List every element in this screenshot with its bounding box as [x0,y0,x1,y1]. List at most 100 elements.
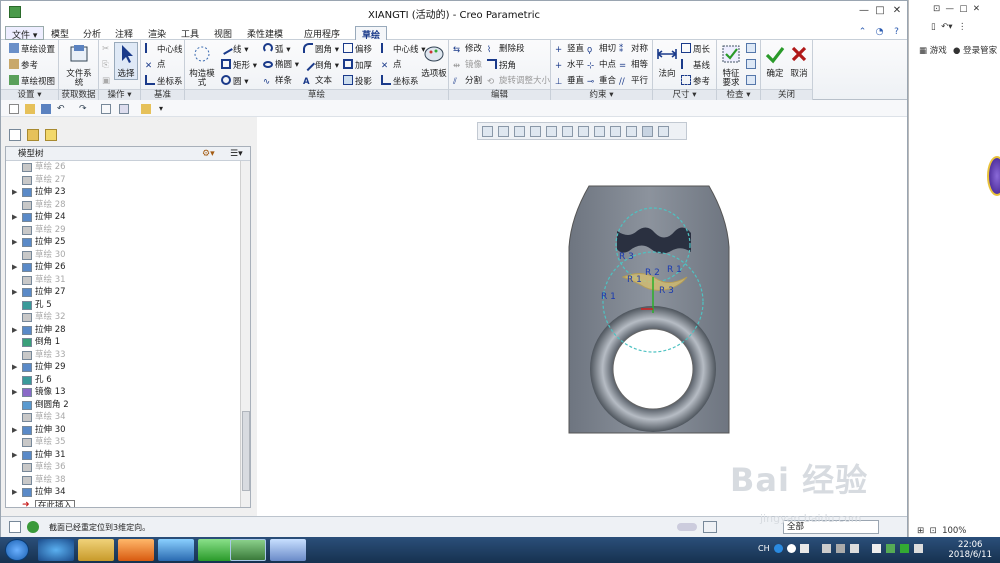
expand-arrow-icon[interactable]: ▶ [12,186,17,199]
tree-item[interactable]: 草绘 38 [6,474,240,487]
dim-label[interactable]: R 3 [619,252,634,262]
datum-centerline-button[interactable]: 中心线 [145,43,183,55]
tab-sketch[interactable]: 草绘 [355,26,388,41]
new-icon[interactable] [9,104,19,114]
text-button[interactable]: A 文本 [303,75,332,87]
tray-battery-icon[interactable] [886,544,895,553]
taskbar-app-creo-icon[interactable] [230,539,266,561]
settings-icon[interactable]: ⚙▾ [202,149,215,159]
customize-qat-icon[interactable]: ▾ [159,104,169,114]
insert-here-marker[interactable]: ➜ 在此插入 [6,499,240,507]
refit-icon[interactable] [482,126,493,137]
tree-item[interactable]: ▶ 拉伸 28 [6,324,240,337]
tab-tools[interactable]: 工具 [175,26,205,40]
tab-applications[interactable]: 应用程序 [298,26,346,40]
tab-render[interactable]: 渲染 [142,26,172,40]
tab-view[interactable]: 视图 [208,26,238,40]
cut-icon[interactable]: ✂ [102,43,109,55]
tree-item[interactable]: 草绘 32 [6,311,240,324]
tray-keyboard-icon[interactable] [800,544,809,553]
view-manager-icon[interactable] [578,126,589,137]
group-label-operations[interactable]: 操作 ▾ [99,89,140,100]
equal-constraint[interactable]: = 相等 [619,59,648,71]
dim-label[interactable]: R 1 [601,292,616,302]
taskbar-app-explorer-icon[interactable] [78,539,114,561]
folder-icon[interactable] [141,104,151,114]
tree-item[interactable]: 倒圆角 2 [6,399,240,412]
tray-settings-icon[interactable] [822,544,831,553]
horizontal-constraint[interactable]: + 水平 [555,59,584,71]
zoom-in-icon[interactable] [498,126,509,137]
group-label-constrain[interactable]: 约束 ▾ [551,89,652,100]
tab-flexible-modeling[interactable]: 柔性建模 [241,26,289,40]
feature-requirements-button[interactable]: 特征要求 [719,43,743,88]
expand-arrow-icon[interactable]: ▶ [12,236,17,249]
expand-arrow-icon[interactable]: ▶ [12,361,17,374]
palette-button[interactable]: 选项板 [421,43,447,79]
ellipse-button[interactable]: 椭圆 ▾ [263,59,299,71]
thicken-button[interactable]: 加厚 [343,59,372,71]
chamfer-button[interactable]: 倒角 ▾ [300,56,339,72]
minimize-ribbon-icon[interactable]: ⌃ [857,27,868,38]
saved-orientations-icon[interactable] [562,126,573,137]
baseline-button[interactable]: 基线 [681,59,710,71]
construction-mode-button[interactable]: 构造模式 [187,43,217,88]
tray-volume-icon[interactable] [914,544,923,553]
sketcher-display-icon[interactable] [658,126,669,137]
tab-model[interactable]: 模型 [45,26,75,40]
minimize-button[interactable]: — [857,5,871,17]
tray-help-icon[interactable] [787,544,796,553]
taskbar-app-browser-icon[interactable] [38,539,74,561]
redo-icon[interactable]: ↷ [79,104,89,114]
tree-item[interactable]: ▶ 拉伸 26 [6,261,240,274]
dim-label[interactable]: R 1 [627,275,642,285]
copy-icon[interactable]: ⎘ [102,59,109,71]
expand-arrow-icon[interactable]: ▶ [12,449,17,462]
taskbar-app-cloud-icon[interactable] [158,539,194,561]
datum-csys-button[interactable]: 坐标系 [145,75,183,87]
tab-analysis[interactable]: 分析 [77,26,107,40]
repaint-icon[interactable] [530,126,541,137]
project-button[interactable]: 投影 [343,75,372,87]
tree-item[interactable]: 草绘 33 [6,349,240,362]
tray-s-icon[interactable] [774,544,783,553]
perpendicular-constraint[interactable]: ⊥ 垂直 [555,75,584,87]
reference-dim-button[interactable]: 参考 [681,75,710,87]
tree-item[interactable]: ▶ 拉伸 27 [6,286,240,299]
circle-button[interactable]: 圆 ▾ [221,75,248,87]
vertical-constraint[interactable]: + 竖直 [555,43,584,55]
tray-green-icon[interactable] [900,544,909,553]
sketch-view-button[interactable]: 草绘视图 [9,75,55,87]
perimeter-button[interactable]: 周长 [681,43,710,55]
dim-label[interactable]: R 3 [659,286,674,296]
taskbar-app-paint-icon[interactable] [270,539,306,561]
tree-item[interactable]: ▶ 拉伸 31 [6,449,240,462]
select-button[interactable]: 选择 [114,42,138,80]
group-label-dimension[interactable]: 尺寸 ▾ [653,89,716,100]
help-icon[interactable]: ? [891,27,902,38]
scrollbar-thumb[interactable] [242,411,250,491]
inspect-tool-1-icon[interactable] [746,43,758,55]
tree-item[interactable]: 草绘 30 [6,249,240,262]
input-language[interactable]: CH [758,544,770,553]
show-icon[interactable]: ☰▾ [230,149,244,159]
tree-item[interactable]: 草绘 29 [6,224,240,237]
sketch-centerline-button[interactable]: 中心线 ▾ [381,43,425,55]
dim-label[interactable]: R 1 [667,265,682,275]
model-tree-scrollbar[interactable] [240,161,250,507]
zoom-out-icon[interactable] [514,126,525,137]
model-tree-tab-icon[interactable] [9,129,21,141]
floating-assistant-icon[interactable] [987,156,1000,196]
spline-button[interactable]: ∿ 样条 [263,75,292,87]
maximize-button[interactable]: □ [873,5,887,17]
tree-item[interactable]: ▶ 镜像 13 [6,386,240,399]
browser-toolbar[interactable]: ▯ ↶▾ ⋮ [931,22,966,32]
sketch-view-icon[interactable] [642,126,653,137]
sketch-setup-button[interactable]: 草绘设置 [9,43,55,55]
arc-button[interactable]: 弧 ▾ [263,43,290,55]
tray-pin-icon[interactable] [850,544,859,553]
datum-point-button[interactable]: ✕ 点 [145,59,166,71]
tree-item[interactable]: 孔 6 [6,374,240,387]
tree-item[interactable]: 草绘 28 [6,199,240,212]
progress-toggle[interactable] [677,523,697,531]
